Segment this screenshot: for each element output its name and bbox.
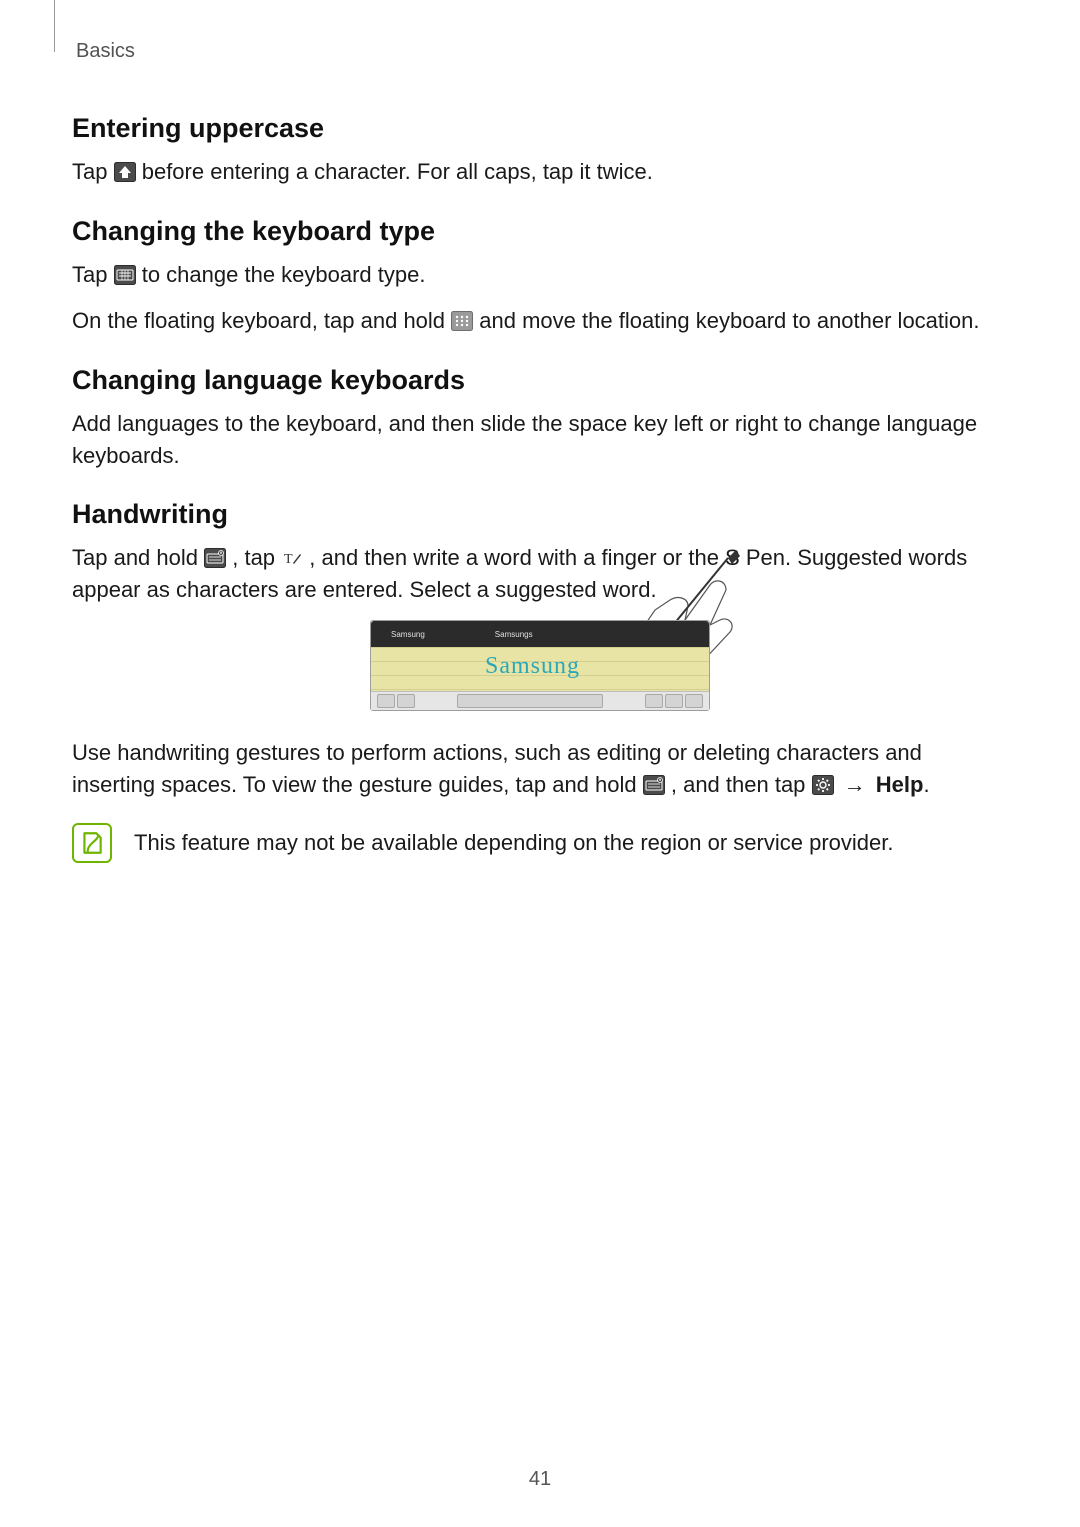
para-kbtype-2: On the floating keyboard, tap and hold a… bbox=[72, 305, 1008, 337]
kb-key bbox=[685, 694, 703, 708]
kb-key bbox=[665, 694, 683, 708]
para-hand-1: Tap and hold , tap T , and then write a … bbox=[72, 542, 1008, 606]
t-handwriting-icon: T bbox=[281, 545, 303, 565]
note-row: This feature may not be available depend… bbox=[72, 823, 1008, 863]
chapter-label: Basics bbox=[76, 40, 1008, 63]
note-text: This feature may not be available depend… bbox=[134, 823, 893, 859]
kb-space-key bbox=[457, 694, 603, 708]
text: and move the floating keyboard to anothe… bbox=[479, 308, 979, 333]
manual-page: Basics Entering uppercase Tap before ent… bbox=[0, 0, 1080, 1527]
svg-text:T: T bbox=[284, 552, 293, 567]
keyboard-bottom-row bbox=[371, 691, 709, 710]
suggestion-bar: Samsung Samsungs bbox=[371, 621, 709, 647]
para-kbtype-1: Tap to change the keyboard type. bbox=[72, 259, 1008, 291]
kb-key bbox=[397, 694, 415, 708]
suggestion-1: Samsung bbox=[391, 630, 425, 639]
shift-up-icon bbox=[114, 159, 136, 179]
mic-keyboard-icon bbox=[643, 772, 665, 792]
keyboard-icon bbox=[114, 262, 136, 282]
help-label: Help bbox=[876, 772, 924, 797]
text: to change the keyboard type. bbox=[142, 262, 426, 287]
heading-handwriting: Handwriting bbox=[72, 499, 1008, 530]
text: , and then tap bbox=[671, 772, 812, 797]
kb-key bbox=[645, 694, 663, 708]
text: before entering a character. For all cap… bbox=[142, 159, 653, 184]
text: Tap bbox=[72, 159, 114, 184]
para-upper-1: Tap before entering a character. For all… bbox=[72, 156, 1008, 188]
para-hand-2: Use handwriting gestures to perform acti… bbox=[72, 737, 1008, 801]
mic-keyboard-icon bbox=[204, 545, 226, 565]
arrow-icon: → bbox=[840, 772, 870, 797]
text: On the floating keyboard, tap and hold bbox=[72, 308, 451, 333]
text: , tap bbox=[232, 545, 281, 570]
keyboard-frame: Samsung Samsungs Samsung bbox=[370, 620, 710, 711]
handwriting-area: Samsung bbox=[371, 647, 709, 691]
gear-icon bbox=[812, 772, 834, 792]
text: Tap bbox=[72, 262, 114, 287]
note-icon bbox=[72, 823, 112, 863]
handwriting-figure: Samsung Samsungs Samsung bbox=[72, 620, 1008, 713]
heading-language-keyboards: Changing language keyboards bbox=[72, 365, 1008, 396]
text: . bbox=[923, 772, 929, 797]
heading-keyboard-type: Changing the keyboard type bbox=[72, 216, 1008, 247]
kb-key bbox=[377, 694, 395, 708]
text: Tap and hold bbox=[72, 545, 204, 570]
heading-entering-uppercase: Entering uppercase bbox=[72, 113, 1008, 144]
corner-rule bbox=[54, 0, 55, 52]
suggestion-2: Samsungs bbox=[495, 630, 533, 639]
handwritten-text: Samsung bbox=[485, 653, 580, 680]
para-lang-1: Add languages to the keyboard, and then … bbox=[72, 408, 1008, 472]
page-number: 41 bbox=[0, 1468, 1080, 1491]
drag-handle-icon bbox=[451, 308, 473, 328]
